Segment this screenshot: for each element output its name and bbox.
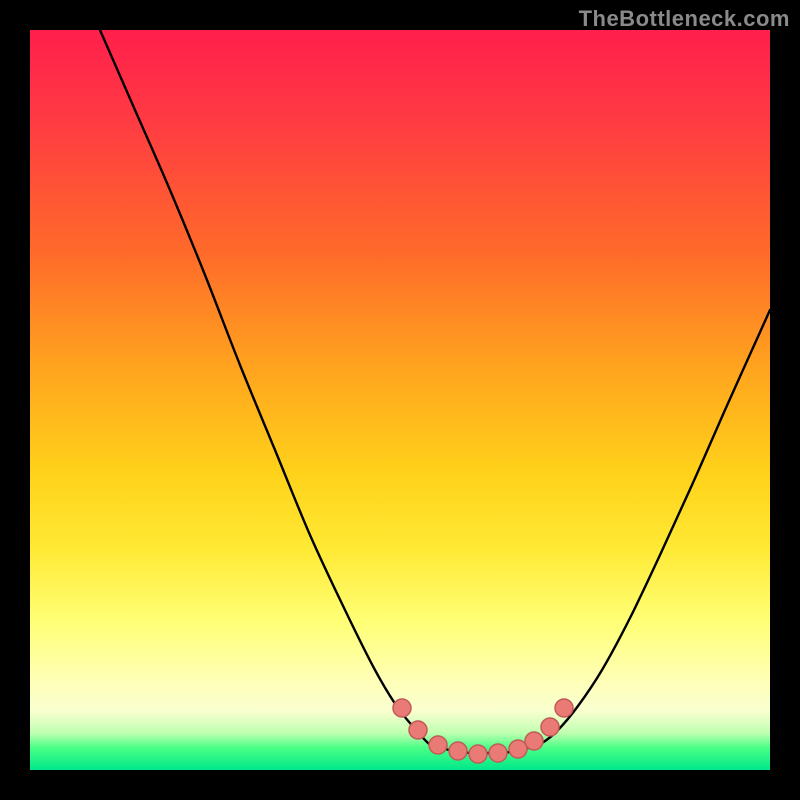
valley-bead (409, 721, 427, 739)
bottleneck-curve (100, 30, 770, 753)
plot-area (30, 30, 770, 770)
valley-bead (509, 740, 527, 758)
curve-svg (30, 30, 770, 770)
valley-bead (429, 736, 447, 754)
chart-stage: TheBottleneck.com (0, 0, 800, 800)
valley-bead (449, 742, 467, 760)
valley-bead (393, 699, 411, 717)
valley-bead (555, 699, 573, 717)
valley-beads-group (393, 699, 573, 763)
valley-bead (469, 745, 487, 763)
valley-bead (541, 718, 559, 736)
valley-bead (489, 744, 507, 762)
watermark-text: TheBottleneck.com (579, 6, 790, 32)
valley-bead (525, 732, 543, 750)
